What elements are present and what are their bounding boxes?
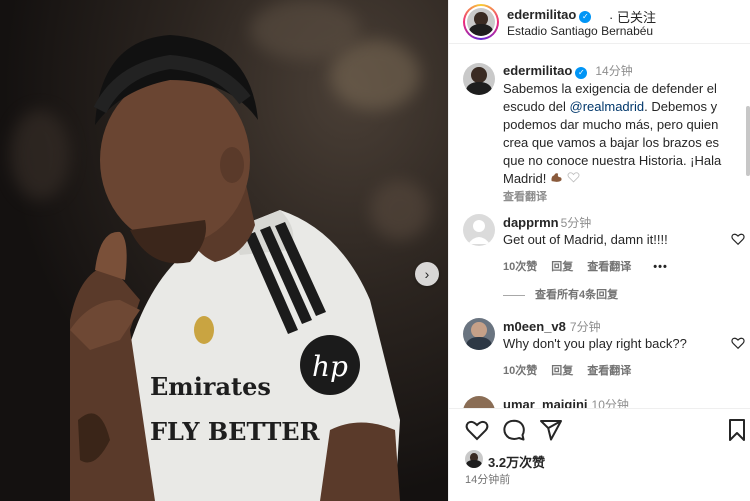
- comment-header: umar_maiqini 10分钟: [503, 396, 629, 408]
- caption-username[interactable]: edermilitao: [503, 63, 572, 78]
- avatar[interactable]: [463, 63, 495, 95]
- next-photo-button[interactable]: ›: [415, 262, 439, 286]
- divider: [503, 294, 525, 296]
- see-translation-link[interactable]: 查看翻译: [587, 365, 631, 377]
- comment-username[interactable]: umar_maiqini: [503, 397, 588, 408]
- story-ring[interactable]: [463, 4, 499, 40]
- comment-likes[interactable]: 10次赞: [503, 261, 537, 273]
- comment-likes[interactable]: 10次赞: [503, 365, 537, 377]
- avatar[interactable]: [463, 396, 495, 408]
- comment-meta: 10次赞 回复 查看翻译: [503, 362, 645, 378]
- svg-text:FLY BETTER: FLY BETTER: [150, 417, 321, 446]
- caption-time: 14分钟: [595, 64, 633, 78]
- view-replies-label: 查看所有4条回复: [535, 289, 619, 301]
- header-username-row: edermilitao ✓: [507, 7, 592, 23]
- comment-header: m0een_v8 7分钟: [503, 318, 601, 335]
- flexed-biceps-icon: [551, 173, 562, 182]
- avatar: [467, 8, 495, 36]
- comment-username[interactable]: dapprmn: [503, 215, 559, 230]
- see-translation-link[interactable]: 查看翻译: [503, 188, 743, 206]
- mention-link[interactable]: @realmadrid: [570, 99, 645, 114]
- bookmark-icon[interactable]: [727, 418, 747, 442]
- reply-button[interactable]: 回复: [551, 365, 573, 377]
- comment-meta: 10次赞 回复 查看翻译 •••: [503, 258, 682, 274]
- more-options-icon[interactable]: •••: [653, 261, 668, 273]
- verified-icon: ✓: [575, 67, 588, 79]
- see-translation-link[interactable]: 查看翻译: [587, 261, 631, 273]
- comment-time: 5分钟: [560, 216, 592, 230]
- svg-text:hp: hp: [312, 350, 348, 383]
- heart-icon[interactable]: [731, 232, 745, 246]
- comment-time: 7分钟: [569, 320, 601, 334]
- post-side-panel: edermilitao ✓ · 已关注 Estadio Santiago Bern…: [448, 0, 750, 501]
- comment-time: 10分钟: [591, 398, 629, 408]
- heart-icon[interactable]: [465, 418, 489, 442]
- player-illustration: hp Emirates FLY BETTER: [70, 35, 400, 501]
- post-header: edermilitao ✓ · 已关注 Estadio Santiago Bern…: [449, 0, 750, 44]
- verified-icon: ✓: [579, 10, 592, 23]
- header-username[interactable]: edermilitao: [507, 7, 576, 22]
- caption-body: edermilitao ✓ 14分钟 Sabemos la exigencia de…: [503, 62, 743, 206]
- avatar[interactable]: [465, 450, 483, 468]
- comment-icon[interactable]: [502, 418, 526, 442]
- posted-time[interactable]: 14分钟前: [465, 471, 510, 487]
- comment-text: Why don't you play right back??: [503, 336, 687, 351]
- comments-scroll-area[interactable]: edermilitao ✓ 14分钟 Sabemos la exigencia de…: [449, 44, 750, 408]
- scrollbar[interactable]: [746, 106, 750, 176]
- avatar[interactable]: [463, 214, 495, 246]
- avatar[interactable]: [463, 318, 495, 350]
- likes-count[interactable]: 3.2万次赞: [488, 452, 545, 471]
- post-photo: hp Emirates FLY BETTER ›: [0, 0, 448, 501]
- location-link[interactable]: Estadio Santiago Bernabéu: [507, 24, 653, 38]
- share-icon[interactable]: [539, 418, 563, 442]
- svg-text:Emirates: Emirates: [150, 372, 271, 401]
- comment-text: Get out of Madrid, damn it!!!!: [503, 232, 668, 247]
- comment-username[interactable]: m0een_v8: [503, 319, 566, 334]
- heart-icon[interactable]: [731, 336, 745, 350]
- reply-button[interactable]: 回复: [551, 261, 573, 273]
- white-heart-icon: [567, 172, 580, 183]
- comment-header: dapprmn 5分钟: [503, 214, 591, 231]
- view-replies-link[interactable]: 查看所有4条回复: [503, 286, 618, 302]
- action-bar: [449, 409, 750, 449]
